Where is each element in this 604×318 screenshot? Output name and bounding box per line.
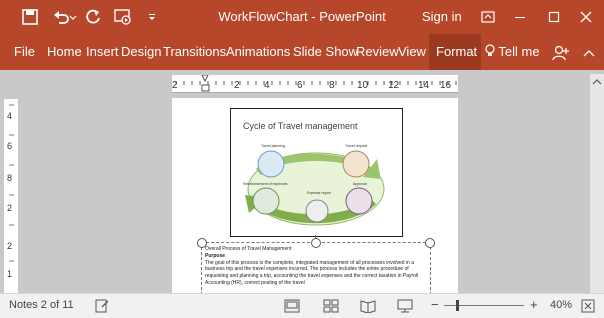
ruler-label: 4 bbox=[264, 80, 270, 91]
vruler-ticks: 4 6 8 2 2 1 bbox=[7, 104, 14, 279]
notes-purpose: Purpose bbox=[205, 252, 226, 259]
slide-label: Expense report bbox=[307, 191, 331, 195]
notes-textbox[interactable]: Overall Process of Travel Management Pur… bbox=[201, 242, 431, 295]
ruler-label: 8 bbox=[7, 173, 12, 183]
resize-handle[interactable] bbox=[425, 238, 435, 248]
tab-home[interactable]: Home bbox=[47, 44, 82, 59]
ribbon-display-icon[interactable] bbox=[479, 8, 497, 26]
left-indent-marker-icon[interactable] bbox=[201, 84, 210, 92]
vertical-ruler: 4 6 8 2 2 1 bbox=[4, 99, 18, 293]
maximize-icon[interactable] bbox=[545, 8, 563, 26]
lightbulb-icon bbox=[485, 44, 495, 56]
ruler-label: 2 bbox=[7, 203, 12, 213]
notes-count: Notes 2 of 11 bbox=[9, 299, 74, 311]
collapse-ribbon-icon[interactable] bbox=[580, 44, 598, 62]
ruler-label: 2 bbox=[234, 80, 240, 91]
status-bar: Notes 2 of 11 − + 40% bbox=[0, 293, 604, 318]
proofing-icon[interactable] bbox=[94, 298, 110, 314]
reading-view-icon[interactable] bbox=[360, 298, 376, 314]
ruler-label: 1 bbox=[7, 269, 12, 279]
ruler-ticks: 2 2 4 6 8 10 12 14 16 bbox=[172, 75, 457, 92]
expense-report-icon bbox=[305, 199, 329, 223]
minimize-icon[interactable] bbox=[511, 8, 529, 26]
ruler-label: 14 bbox=[418, 80, 430, 91]
zoom-slider-thumb[interactable] bbox=[456, 300, 459, 311]
horizontal-ruler: 2 2 4 6 8 10 12 14 16 bbox=[172, 75, 458, 93]
slide-image[interactable]: Cycle of Travel management Travel planni… bbox=[230, 108, 403, 237]
zoom-in-button[interactable]: + bbox=[530, 297, 538, 312]
tab-transitions[interactable]: Transitions bbox=[163, 44, 226, 59]
zoom-level[interactable]: 40% bbox=[550, 299, 572, 311]
ruler-label: 6 bbox=[7, 141, 12, 151]
tell-me-label: Tell me bbox=[498, 44, 540, 59]
ruler-label: 12 bbox=[388, 80, 400, 91]
tab-design[interactable]: Design bbox=[121, 44, 161, 59]
ruler-label: 4 bbox=[7, 111, 12, 121]
ruler-label: 2 bbox=[172, 80, 178, 91]
ruler-label: 6 bbox=[297, 80, 303, 91]
resize-handle[interactable] bbox=[197, 238, 207, 248]
notes-body: The goal of this process is the complete… bbox=[205, 259, 419, 286]
tab-insert[interactable]: Insert bbox=[86, 44, 119, 59]
slide-label: Travel request bbox=[345, 144, 367, 148]
ruler-label: 8 bbox=[329, 80, 335, 91]
ruler-label: 16 bbox=[440, 80, 452, 91]
travel-planning-icon bbox=[257, 150, 285, 178]
tab-view[interactable]: View bbox=[398, 44, 426, 59]
cycle-diagram: Travel planning Travel request Reimburse… bbox=[243, 144, 385, 226]
slideshow-view-icon[interactable] bbox=[397, 298, 413, 314]
tab-review[interactable]: Review bbox=[356, 44, 399, 59]
fit-to-window-icon[interactable] bbox=[580, 298, 596, 314]
tab-animations[interactable]: Animations bbox=[226, 44, 290, 59]
ribbon-tabs: File Home Insert Design Transitions Anim… bbox=[0, 34, 604, 70]
normal-view-icon[interactable] bbox=[284, 298, 300, 314]
resize-handle[interactable] bbox=[311, 238, 321, 248]
scroll-up-icon[interactable] bbox=[590, 76, 604, 88]
travel-request-icon bbox=[342, 150, 370, 178]
zoom-out-button[interactable]: − bbox=[431, 297, 439, 312]
vertical-scrollbar[interactable] bbox=[590, 74, 604, 293]
tab-slide-show[interactable]: Slide Show bbox=[293, 44, 358, 59]
slide-label: Approval bbox=[353, 182, 367, 186]
title-bar: WorkFlowChart - PowerPoint Sign in bbox=[0, 0, 604, 34]
ruler-label: 2 bbox=[7, 241, 12, 251]
approval-icon bbox=[345, 187, 373, 215]
share-icon[interactable] bbox=[552, 44, 570, 62]
ruler-label: 10 bbox=[357, 80, 369, 91]
tell-me-search[interactable]: Tell me bbox=[485, 44, 540, 59]
close-icon[interactable] bbox=[577, 8, 595, 26]
reimbursement-icon bbox=[252, 187, 280, 215]
slide-label: Reimbursement of expenses bbox=[243, 182, 288, 186]
slide-label: Travel planning bbox=[261, 144, 285, 148]
slide-sorter-icon[interactable] bbox=[323, 298, 339, 314]
indent-marker-icon[interactable] bbox=[201, 75, 209, 83]
tab-format[interactable]: Format bbox=[436, 44, 477, 59]
sign-in-link[interactable]: Sign in bbox=[422, 9, 462, 24]
tab-file[interactable]: File bbox=[14, 44, 35, 59]
